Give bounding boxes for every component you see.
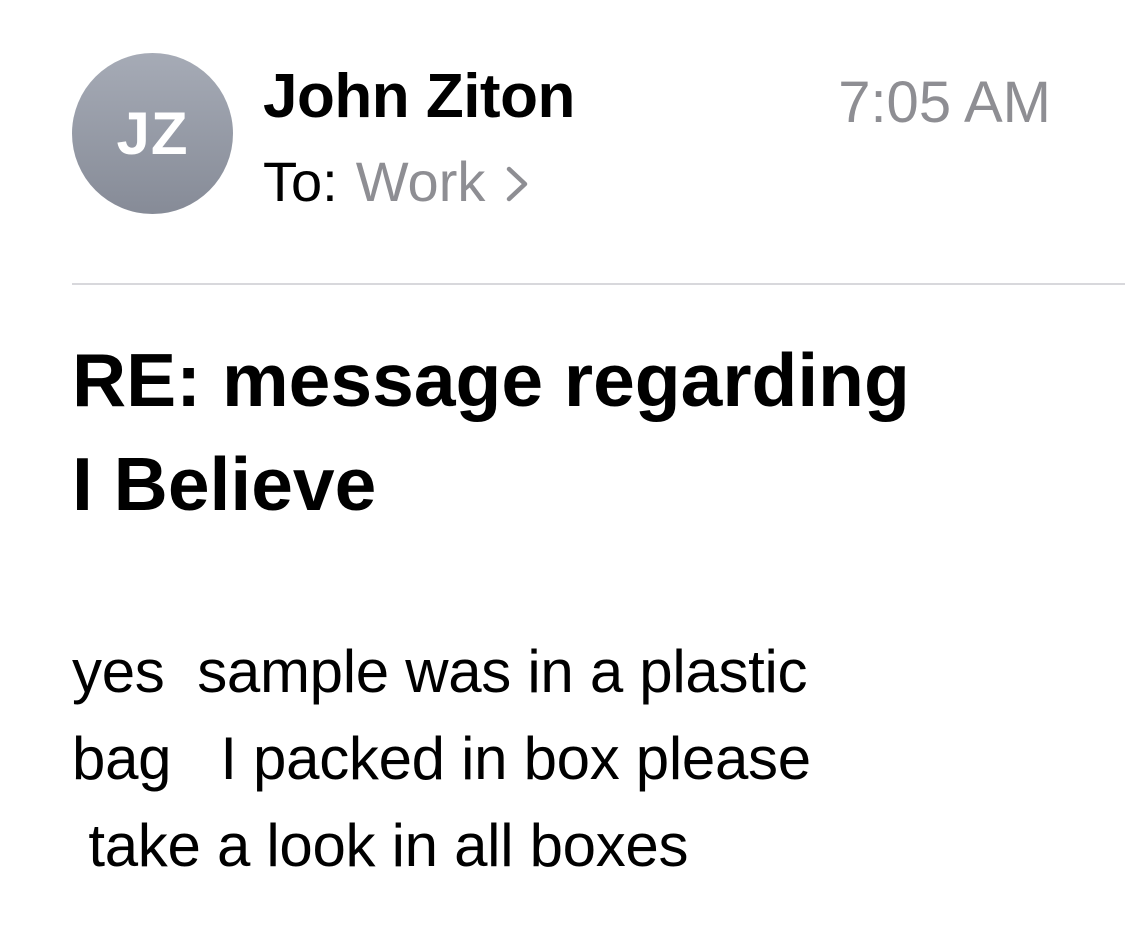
timestamp: 7:05 AM — [838, 70, 1051, 135]
recipient-details-link[interactable]: Work — [356, 154, 530, 210]
avatar-initials: JZ — [116, 100, 189, 167]
sender-name[interactable]: John Ziton — [263, 66, 575, 128]
email-subject: RE: message regarding I Believe — [72, 328, 1072, 536]
recipient-name: Work — [355, 150, 486, 213]
avatar[interactable]: JZ — [72, 53, 233, 214]
body-line: take a look in all boxes — [72, 812, 689, 879]
header-divider — [72, 283, 1125, 285]
body-line: bag I packed in box please — [72, 725, 811, 792]
body-line: yes sample was in a plastic — [72, 638, 808, 705]
recipient-line: To: Work — [263, 154, 529, 210]
to-label: To: — [263, 150, 338, 213]
email-body: yes sample was in a plastic bag I packed… — [72, 628, 1072, 889]
email-view: JZ John Ziton 7:05 AM To: Work RE: messa… — [0, 0, 1125, 948]
subject-line: I Believe — [72, 442, 377, 526]
chevron-right-icon — [505, 165, 529, 203]
subject-line: RE: message regarding — [72, 338, 910, 422]
